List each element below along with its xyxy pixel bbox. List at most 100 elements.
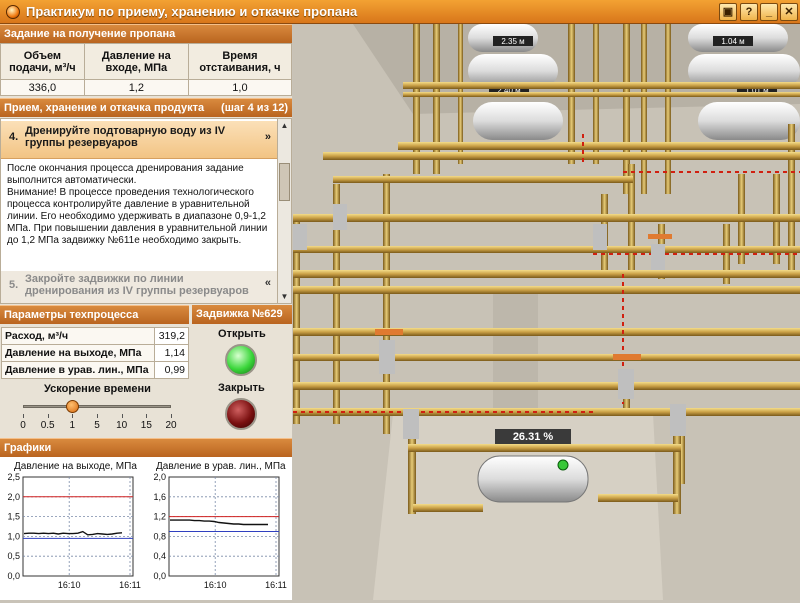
- valve-tag: [375, 329, 403, 335]
- open-button[interactable]: [225, 344, 257, 376]
- time-acceleration: Ускорение времени 0 0.5 1 5 10 15 20: [0, 380, 190, 436]
- acceleration-slider-track[interactable]: [23, 405, 171, 408]
- valve-tag: [613, 354, 641, 360]
- step-next[interactable]: 5. Закройте задвижки по линии дренирован…: [1, 271, 277, 303]
- y-tick-label: 1,0: [7, 531, 20, 541]
- step-title: Дренируйте подтоварную воду из IV группы…: [25, 125, 226, 149]
- close-label: Закрыть: [218, 382, 265, 394]
- valve-tag: [648, 234, 672, 239]
- slider-tick: [47, 414, 49, 418]
- x-tick-label: 16:10: [58, 580, 81, 590]
- tank: [698, 102, 800, 140]
- step-number: 4.: [9, 131, 19, 143]
- slider-tick-label: 20: [165, 420, 177, 431]
- param-label-out-pressure: Давление на выходе, МПа: [1, 344, 155, 362]
- valve[interactable]: [333, 204, 347, 230]
- plant-diagram: 2.35 м 1.04 м 2.40 м 1.01 м 26.31 %: [293, 24, 800, 600]
- slider-tick-label: 15: [140, 420, 152, 431]
- valve[interactable]: [293, 224, 307, 250]
- scroll-down-icon[interactable]: ▼: [279, 291, 290, 302]
- slider-tick: [23, 414, 24, 418]
- plot-area: [22, 476, 134, 577]
- valve[interactable]: [618, 369, 634, 399]
- procedure-title: Прием, хранение и откачка продукта: [4, 102, 205, 114]
- slider-tick-label: 10: [116, 420, 128, 431]
- task-col-time: Время отстаивания, ч: [187, 43, 293, 80]
- tank-label: 2.35 м: [501, 37, 524, 46]
- drain-vessel[interactable]: [477, 455, 589, 503]
- valve[interactable]: [379, 340, 395, 374]
- y-tick-label: 0,0: [153, 571, 166, 581]
- plot-area: [168, 476, 280, 577]
- chevron-down-icon[interactable]: »: [265, 131, 271, 143]
- slider-tick: [171, 414, 172, 418]
- steps-list: 4. Дренируйте подтоварную воду из IV гру…: [0, 118, 292, 304]
- slider-tick-label: 0.5: [40, 420, 55, 431]
- slider-tick: [121, 414, 123, 418]
- y-tick-label: 1,2: [153, 512, 166, 522]
- scroll-up-icon[interactable]: ▲: [279, 120, 290, 131]
- report-icon[interactable]: ▣: [719, 3, 737, 21]
- task-col-pressure: Давление на входе, МПа: [83, 43, 189, 80]
- step-active[interactable]: 4. Дренируйте подтоварную воду из IV гру…: [1, 121, 277, 159]
- param-label-eq-pressure: Давление в урав. лин., МПа: [1, 361, 155, 379]
- param-value-flow: 319,2: [154, 327, 189, 345]
- x-tick-label: 16:11: [265, 580, 287, 590]
- slider-tick: [72, 414, 74, 418]
- y-tick-label: 2,5: [7, 472, 20, 482]
- step-number: 5.: [9, 279, 19, 291]
- close-icon[interactable]: ✕: [780, 3, 798, 21]
- plant-scene[interactable]: 2.35 м 1.04 м 2.40 м 1.01 м 26.31 %: [293, 24, 800, 600]
- y-tick-label: 0,5: [7, 551, 20, 561]
- params-header: Параметры техпроцесса: [0, 305, 189, 324]
- task-table: Объем подачи, м³/ч Давление на входе, МП…: [0, 43, 293, 96]
- help-icon[interactable]: ?: [740, 3, 758, 21]
- slider-tick: [146, 414, 148, 418]
- slider-tick-label: 0: [20, 420, 26, 431]
- procedure-header: Прием, хранение и откачка продукта (шаг …: [0, 98, 292, 117]
- param-value-out-pressure: 1,14: [154, 344, 189, 362]
- x-tick-label: 16:11: [119, 580, 141, 590]
- slider-tick: [97, 414, 98, 418]
- left-panel: Задание на получение пропана Объем подач…: [0, 24, 293, 600]
- y-tick-label: 2,0: [153, 472, 166, 482]
- equalizing-pressure-chart: 2,0 1,6 1,2 0,8 0,4 0,0 16:10 16:11: [153, 472, 287, 590]
- y-tick-label: 0,4: [153, 551, 166, 561]
- steps-scrollbar[interactable]: ▲ ▼: [277, 119, 291, 303]
- vessel-indicator: [557, 459, 569, 471]
- valve-header: Задвижка №629: [192, 305, 292, 324]
- scroll-thumb[interactable]: [279, 163, 290, 201]
- y-tick-label: 0,8: [153, 531, 166, 541]
- open-label: Открыть: [218, 328, 266, 340]
- tank-label: 1.04 м: [721, 37, 744, 46]
- task-col-volume: Объем подачи, м³/ч: [0, 43, 85, 80]
- graphs-panel: Давление на выходе, МПа Давление в урав.…: [0, 457, 292, 600]
- y-tick-label: 1,6: [153, 492, 166, 502]
- outlet-pressure-chart: 2,5 2,0 1,5 1,0 0,5 0,0 16:10 16:11: [7, 472, 141, 590]
- x-tick-label: 16:10: [204, 580, 227, 590]
- close-button[interactable]: [225, 398, 257, 430]
- window-title: Практикум по приему, хранению и откачке …: [26, 4, 358, 19]
- level-readout: 26.31 %: [513, 431, 554, 443]
- step-counter: (шаг 4 из 12): [221, 102, 288, 114]
- minimize-icon[interactable]: _: [760, 3, 778, 21]
- params-table: Расход, м³/ч 319,2 Давление на выходе, М…: [1, 327, 189, 379]
- acceleration-slider-thumb[interactable]: [66, 400, 80, 413]
- valve[interactable]: [670, 404, 686, 436]
- valve[interactable]: [403, 409, 419, 439]
- step-title: Закройте задвижки по линии дренирования …: [25, 273, 249, 297]
- graphs-header: Графики: [0, 438, 292, 457]
- param-label-flow: Расход, м³/ч: [1, 327, 155, 345]
- tank: [473, 102, 563, 140]
- task-value-pressure: 1,2: [83, 79, 189, 96]
- slider-tick-label: 5: [94, 420, 100, 431]
- slider-tick-label: 1: [69, 420, 76, 431]
- valve[interactable]: [593, 224, 607, 250]
- title-bar: Практикум по приему, хранению и откачке …: [0, 0, 800, 24]
- task-header: Задание на получение пропана: [0, 24, 292, 43]
- y-tick-label: 1,5: [7, 512, 20, 522]
- chevron-up-icon[interactable]: «: [265, 277, 271, 289]
- task-value-volume: 336,0: [0, 79, 85, 96]
- y-tick-label: 2,0: [7, 492, 20, 502]
- valve[interactable]: [651, 244, 665, 270]
